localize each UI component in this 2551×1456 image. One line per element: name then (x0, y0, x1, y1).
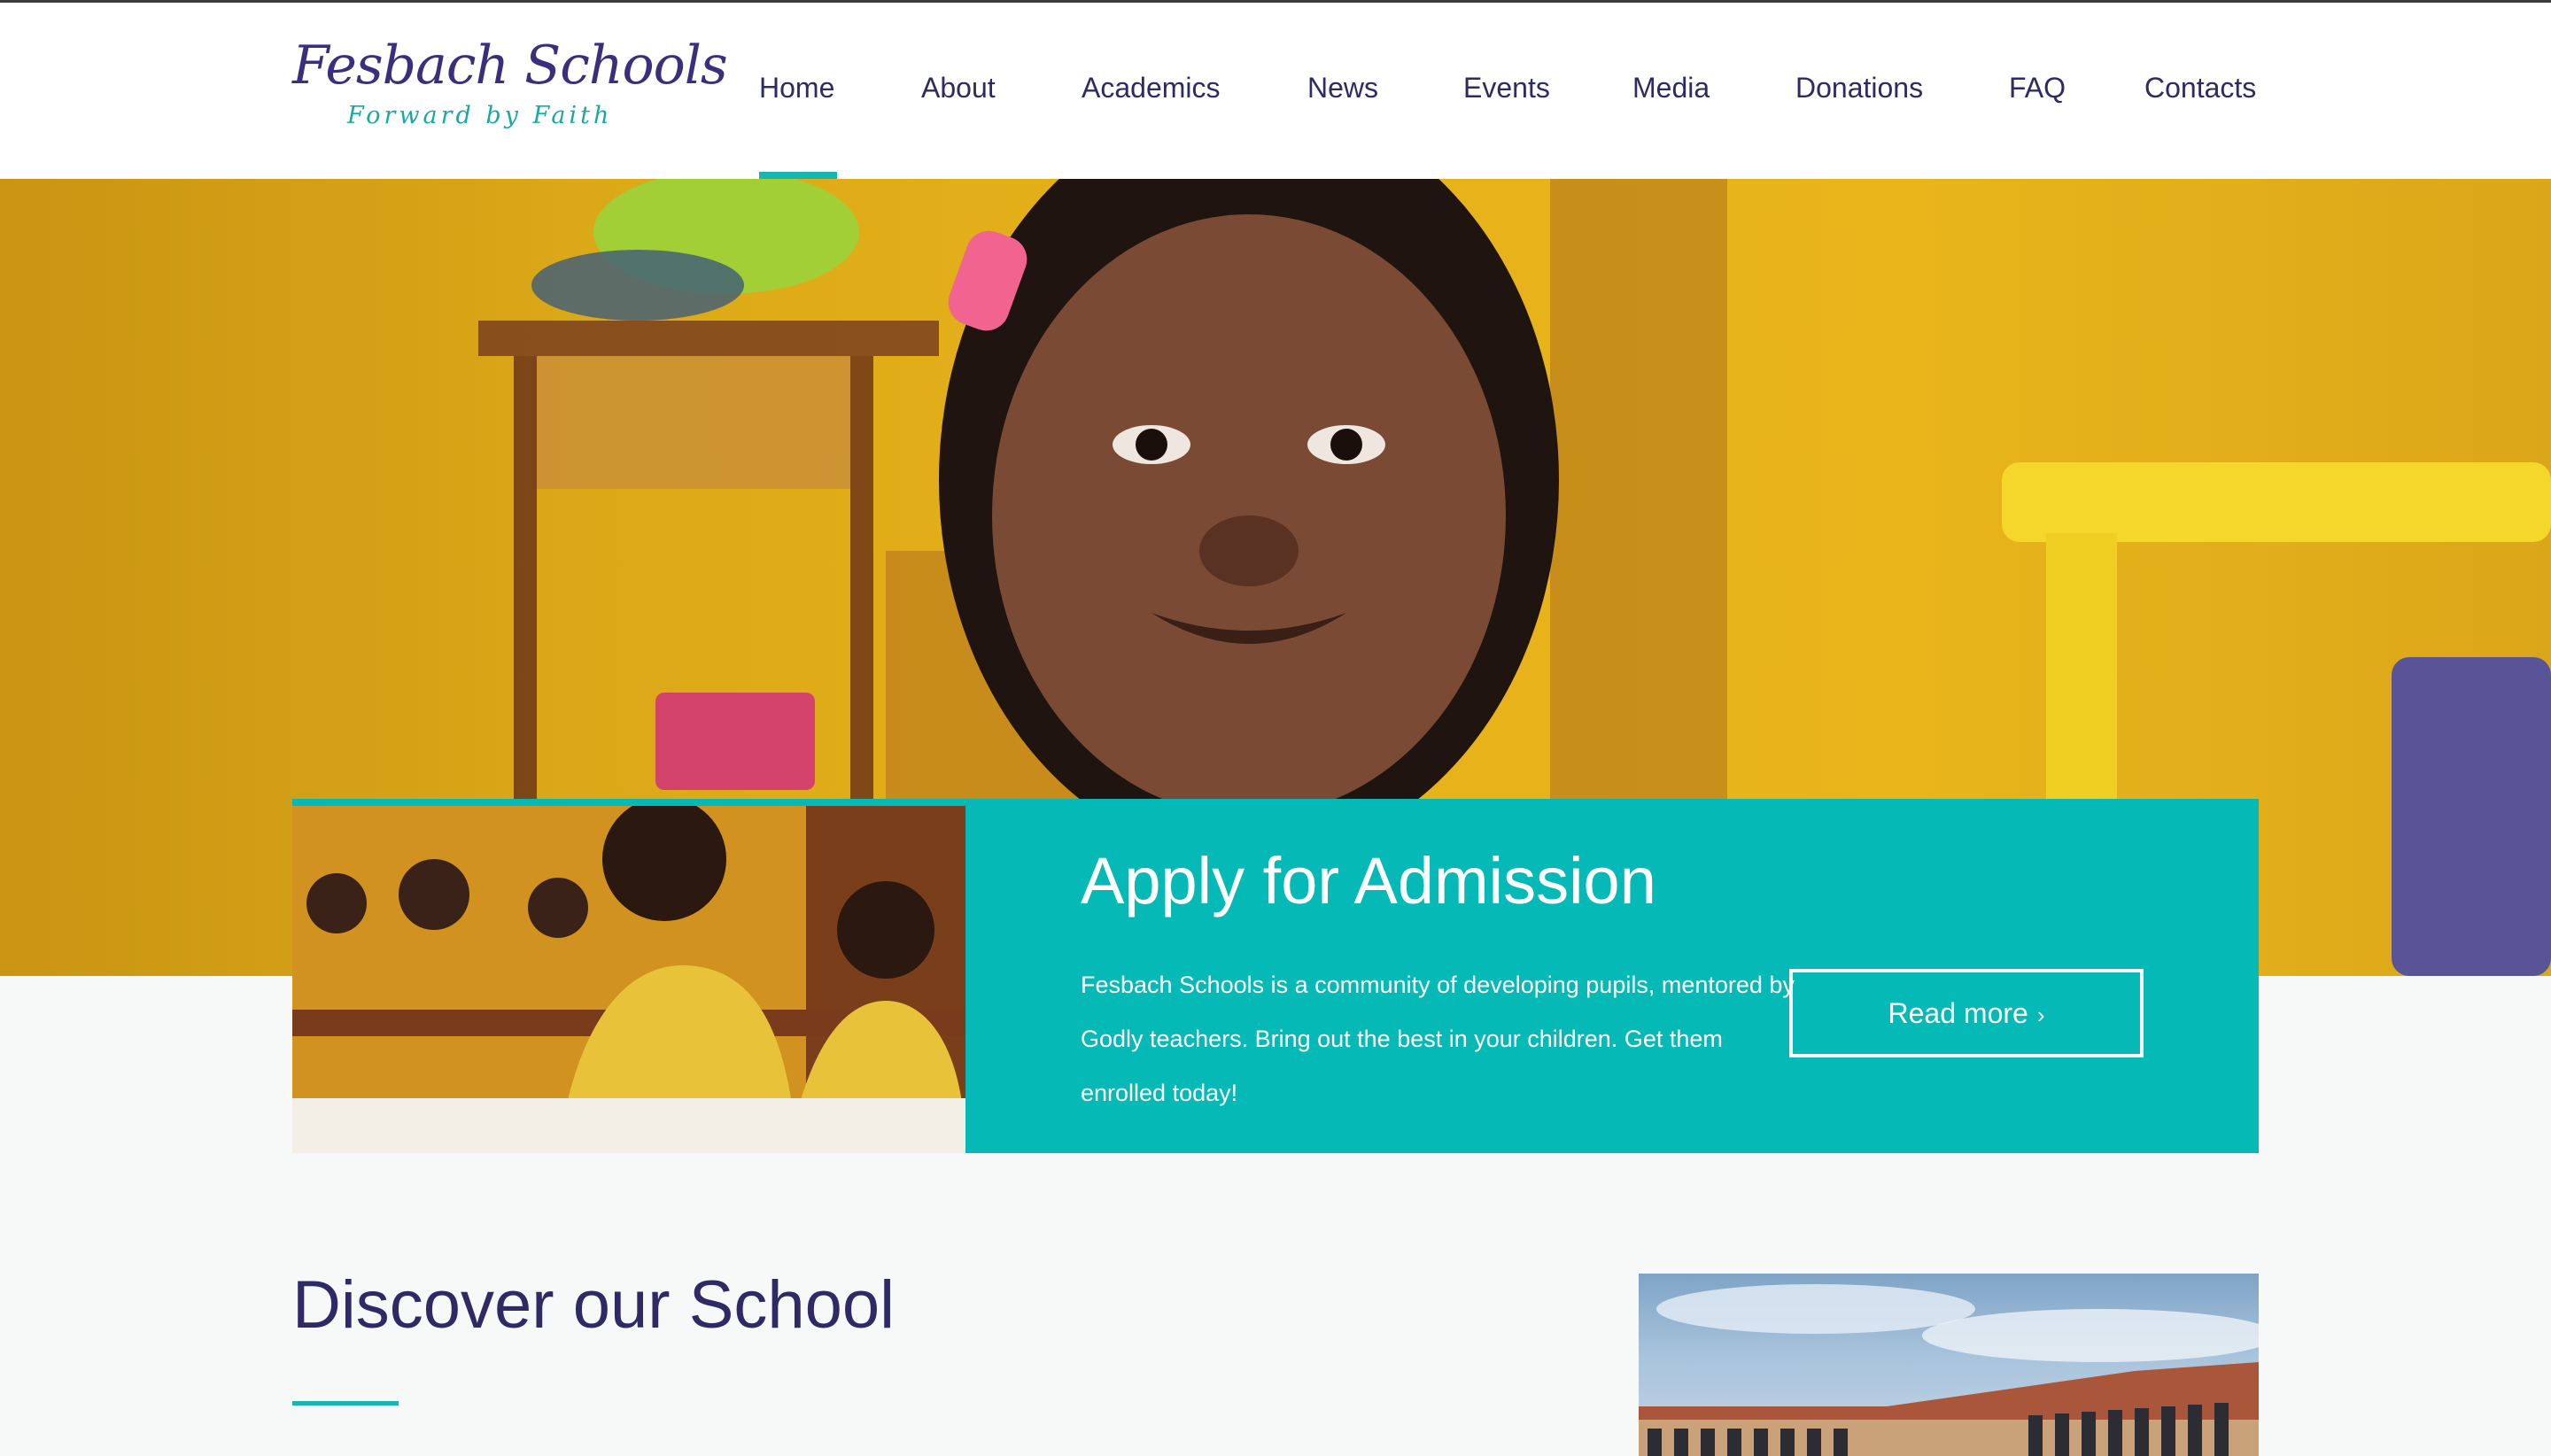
desk-drawer (531, 356, 850, 489)
desk-top (478, 321, 939, 356)
blue-chair (2392, 657, 2551, 976)
students-image (292, 806, 965, 1153)
nav-faq[interactable]: FAQ (2009, 72, 2066, 111)
discover-title: Discover our School (292, 1267, 896, 1343)
nav-events[interactable]: Events (1463, 72, 1550, 111)
nav-news[interactable]: News (1307, 72, 1378, 111)
admission-text: Fesbach Schools is a community of develo… (1081, 972, 1795, 1106)
yellow-table (2002, 462, 2551, 542)
nav-media[interactable]: Media (1632, 72, 1710, 111)
nose (1199, 515, 1299, 586)
school-building-photo (1639, 1274, 2259, 1456)
read-more-label: Read more (1888, 997, 2028, 1029)
blue-bag (531, 250, 744, 321)
cloud-1 (1656, 1284, 1975, 1334)
nav-active-indicator (759, 172, 837, 179)
student-head-3 (528, 878, 588, 938)
nav-academics[interactable]: Academics (1082, 72, 1221, 111)
pink-bag (655, 693, 815, 790)
students-photo (292, 806, 965, 1153)
pupil-right (1330, 429, 1362, 461)
main-nav: Home About Academics News Events Media D… (0, 3, 2551, 179)
nav-about[interactable]: About (921, 72, 996, 111)
girl-head (837, 881, 934, 979)
read-more-button[interactable]: Read more › (1789, 969, 2144, 1057)
nav-home[interactable]: Home (759, 72, 834, 111)
cloud-2 (1922, 1309, 2259, 1362)
pupil-left (1136, 429, 1167, 461)
discover-underline (292, 1401, 399, 1406)
nav-donations[interactable]: Donations (1795, 72, 1923, 111)
admission-card: Apply for Admission Fesbach Schools is a… (292, 799, 2259, 1153)
chevron-right-icon: › (2036, 1002, 2045, 1028)
admission-title: Apply for Admission (1081, 844, 1656, 918)
school-building-image (1639, 1284, 2259, 1456)
student-head-2 (399, 859, 469, 930)
papers (292, 1098, 965, 1153)
student-head-1 (306, 873, 367, 933)
nav-contacts[interactable]: Contacts (2144, 72, 2256, 111)
